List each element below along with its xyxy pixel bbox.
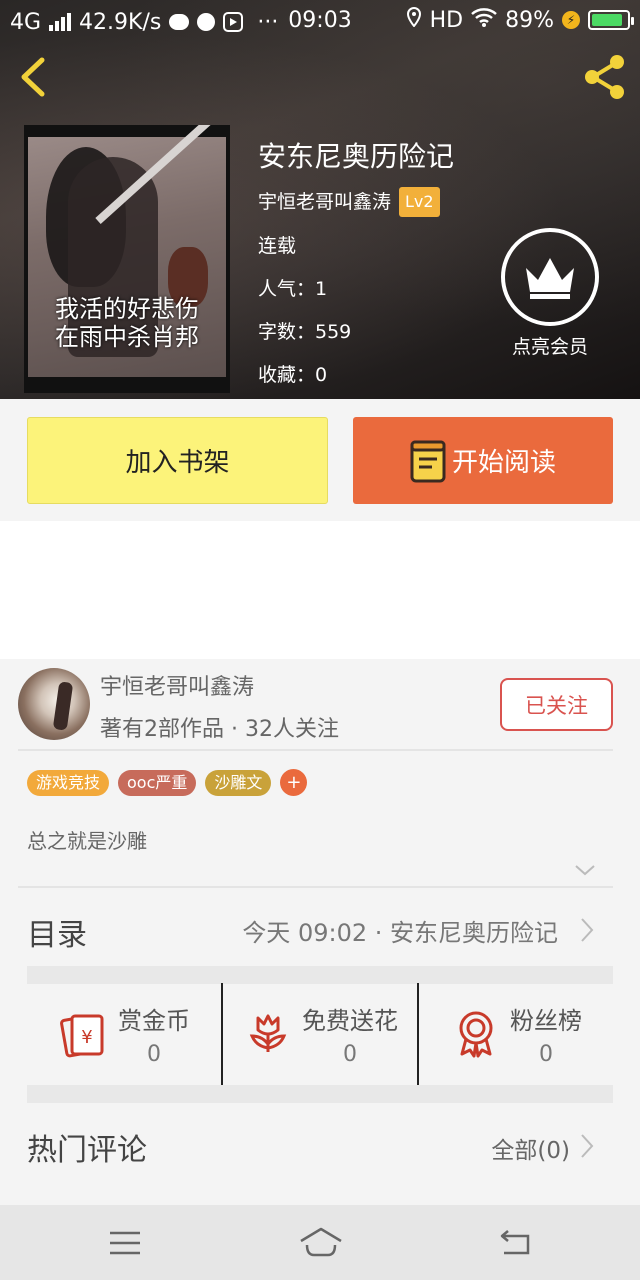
book-info: 安东尼奥历险记 宇恒老哥叫鑫涛 Lv2 连载 人气：1 字数：559 收藏：0 (258, 137, 454, 389)
tag-item[interactable]: 游戏竞技 (27, 769, 110, 796)
latest-chapter: 今天 09:02 · 安东尼奥历险记 (242, 919, 558, 947)
wifi-icon (471, 7, 497, 33)
book-word-count: 字数：559 (258, 321, 352, 343)
start-reading-button[interactable]: 开始阅读 (353, 417, 613, 504)
status-bar: 4G 42.9K/s ··· 09:03 HD 89% ⚡ (0, 0, 640, 44)
menu-button[interactable] (106, 1225, 146, 1261)
author-avatar[interactable] (18, 668, 90, 740)
hot-comments-row: 热门评论 全部(0) (0, 1103, 640, 1205)
book-icon (410, 440, 446, 482)
hot-comments-label: 热门评论 (27, 1133, 147, 1168)
reward-name: 粉丝榜 (510, 1007, 582, 1035)
follow-button[interactable]: 已关注 (500, 678, 613, 731)
book-title: 安东尼奥历险记 (258, 140, 455, 173)
hd-indicator: HD (429, 7, 464, 33)
flower-icon (249, 1014, 287, 1052)
book-status: 连载 (258, 235, 297, 257)
charging-icon: ⚡ (562, 11, 580, 29)
all-comments-link[interactable]: 全部(0) (491, 1131, 570, 1165)
author-level-badge: Lv2 (399, 187, 440, 217)
reward-count: 0 (343, 1042, 357, 1067)
book-intro: 总之就是沙雕 (27, 829, 147, 853)
author-card[interactable]: 宇恒老哥叫鑫涛 著有2部作品 · 32人关注 已关注 (0, 659, 640, 751)
catalog-row[interactable]: 目录 今天 09:02 · 安东尼奥历险记 (0, 889, 640, 967)
chevron-right-icon (581, 918, 594, 942)
catalog-label: 目录 (27, 918, 87, 953)
add-to-shelf-button[interactable]: 加入书架 (27, 417, 328, 504)
reward-count: 0 (147, 1042, 161, 1067)
menu-icon (110, 1231, 140, 1255)
reward-flowers[interactable]: 免费送花 0 (221, 983, 417, 1085)
author-stats: 著有2部作品 · 32人关注 (100, 717, 339, 742)
cover-caption: 我活的好悲伤 在雨中杀肖邦 (55, 295, 199, 351)
reward-fans[interactable]: 粉丝榜 0 (417, 983, 613, 1085)
medal-icon (459, 1011, 493, 1058)
book-header: 4G 42.9K/s ··· 09:03 HD 89% ⚡ 我活的好悲伤 在雨中… (0, 0, 640, 399)
section-separator (27, 966, 613, 984)
blank-area (0, 521, 640, 659)
tag-item[interactable]: 沙雕文 (205, 769, 272, 796)
follow-label: 已关注 (525, 693, 588, 718)
back-system-button[interactable] (496, 1225, 536, 1261)
book-popularity: 人气：1 (258, 278, 328, 300)
add-tag-button[interactable]: + (280, 769, 308, 796)
book-cover[interactable]: 我活的好悲伤 在雨中杀肖邦 (24, 125, 230, 393)
back-arrow-icon (500, 1230, 530, 1255)
reward-coins[interactable]: ¥ 赏金币 0 (27, 983, 221, 1085)
author-name[interactable]: 宇恒老哥叫鑫涛 (100, 669, 254, 701)
crown-icon (526, 258, 574, 299)
svg-text:¥: ¥ (81, 1027, 92, 1048)
battery-percent: 89% (505, 7, 554, 33)
book-favorites: 收藏：0 (258, 364, 328, 386)
share-icon (585, 55, 624, 99)
home-icon (300, 1227, 342, 1257)
divider (18, 749, 613, 751)
home-button[interactable] (298, 1225, 344, 1261)
expand-intro-button[interactable] (574, 862, 596, 876)
chevron-right-icon[interactable] (580, 1133, 594, 1159)
share-button[interactable] (580, 52, 630, 102)
book-author[interactable]: 宇恒老哥叫鑫涛 (258, 188, 391, 216)
chevron-down-icon (575, 865, 595, 876)
reward-name: 免费送花 (302, 1007, 398, 1035)
back-button[interactable] (14, 54, 54, 100)
action-bar: 加入书架 开始阅读 (0, 399, 640, 521)
tag-item[interactable]: ooc严重 (118, 769, 197, 796)
start-reading-label: 开始阅读 (451, 448, 556, 478)
rewards-row: ¥ 赏金币 0 免费送花 0 粉丝榜 0 (27, 983, 613, 1085)
vip-button[interactable]: 点亮会员 (500, 228, 600, 359)
battery-icon (588, 10, 634, 30)
section-separator (27, 1085, 613, 1103)
add-to-shelf-label: 加入书架 (125, 448, 230, 478)
reward-count: 0 (539, 1042, 553, 1067)
divider (18, 886, 613, 888)
vip-label: 点亮会员 (511, 336, 588, 358)
tag-list: 游戏竞技 ooc严重 沙雕文 + (27, 769, 308, 796)
reward-name: 赏金币 (118, 1007, 190, 1035)
system-nav-bar (0, 1205, 640, 1280)
red-envelope-icon: ¥ (60, 1014, 104, 1058)
location-icon (406, 6, 422, 33)
